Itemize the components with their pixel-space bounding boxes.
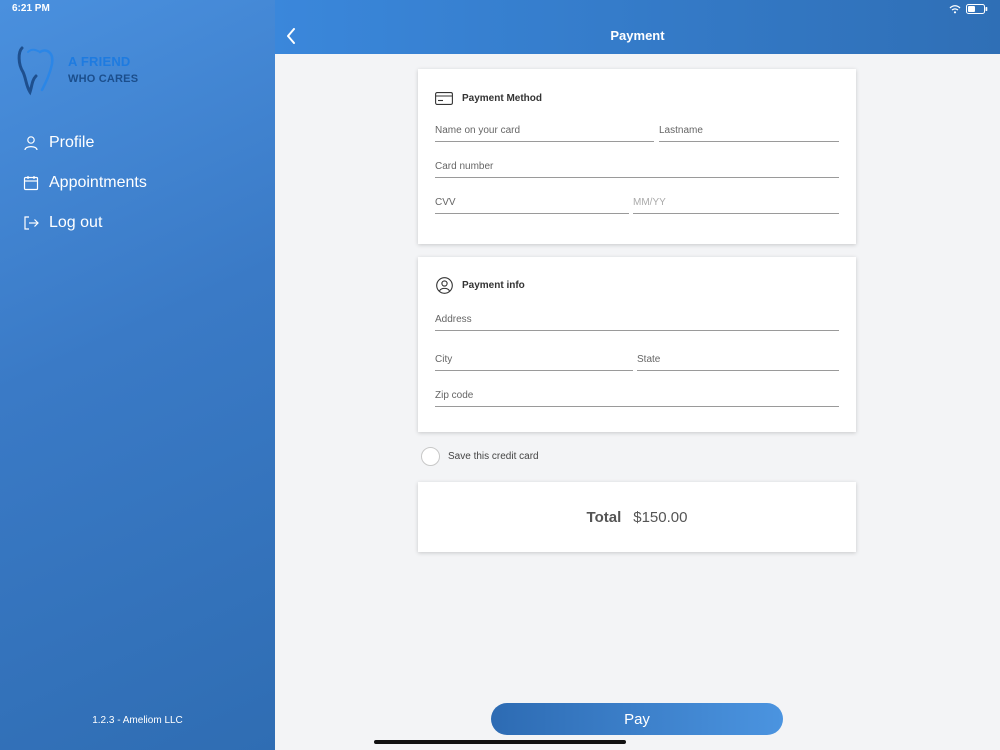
name-on-card-input[interactable] <box>435 120 654 141</box>
lastname-field <box>659 120 839 142</box>
name-field <box>435 120 654 142</box>
page-title: Payment <box>610 28 665 43</box>
zip-code-input[interactable] <box>435 385 839 406</box>
card-title: Payment Method <box>462 92 543 104</box>
city-input[interactable] <box>435 349 633 370</box>
wifi-icon <box>949 5 961 14</box>
user-icon <box>22 134 40 152</box>
state-input[interactable] <box>637 349 839 370</box>
card-number-input[interactable] <box>435 156 839 177</box>
state-field <box>637 349 839 371</box>
user-circle-icon <box>435 276 453 294</box>
lastname-input[interactable] <box>659 120 839 141</box>
logout-icon <box>22 214 40 232</box>
expiry-field <box>633 192 839 214</box>
payment-method-header: Payment Method <box>435 89 542 107</box>
city-field <box>435 349 633 371</box>
app-logo: A FRIEND WHO CARES <box>14 42 254 96</box>
credit-card-icon <box>435 89 453 107</box>
address-input[interactable] <box>435 309 839 330</box>
status-time: 6:21 PM <box>12 3 50 14</box>
payment-method-card: Payment Method <box>418 69 856 244</box>
logo-text-line2: WHO CARES <box>68 73 139 85</box>
total-amount: $150.00 <box>633 508 688 526</box>
save-card-label: Save this credit card <box>448 451 539 462</box>
cvv-field <box>435 192 629 214</box>
sidebar-item-label: Log out <box>49 214 103 231</box>
zip-field <box>435 385 839 407</box>
address-field <box>435 309 839 331</box>
calendar-icon <box>22 174 40 192</box>
pay-button[interactable]: Pay <box>491 703 783 735</box>
total-card: Total $150.00 <box>418 482 856 552</box>
sidebar-item-appointments[interactable]: Appointments <box>22 163 147 203</box>
app-version: 1.2.3 - Ameliom LLC <box>92 715 183 726</box>
payment-info-header: Payment info <box>435 276 525 294</box>
sidebar-nav: Profile Appointments Log out <box>22 123 147 243</box>
sidebar-item-profile[interactable]: Profile <box>22 123 147 163</box>
save-card-radio[interactable] <box>421 447 440 466</box>
logo-text-line1: A FRIEND <box>68 54 131 69</box>
sidebar: 6:21 PM A FRIEND WHO CARES Profile Appoi… <box>0 0 275 750</box>
card-number-field <box>435 156 839 178</box>
card-title: Payment info <box>462 279 525 291</box>
payment-info-card: Payment info <box>418 257 856 432</box>
home-indicator <box>374 740 626 744</box>
save-card-toggle[interactable]: Save this credit card <box>421 447 539 466</box>
tooth-logo-icon <box>17 46 54 96</box>
total-label: Total <box>586 508 622 526</box>
status-icons <box>949 4 988 14</box>
sidebar-item-label: Appointments <box>49 174 147 191</box>
sidebar-item-label: Profile <box>49 134 95 151</box>
header-bar: Payment <box>275 0 1000 54</box>
expiry-input[interactable] <box>633 192 839 213</box>
battery-icon <box>966 4 988 14</box>
cvv-input[interactable] <box>435 192 629 213</box>
sidebar-item-logout[interactable]: Log out <box>22 203 147 243</box>
